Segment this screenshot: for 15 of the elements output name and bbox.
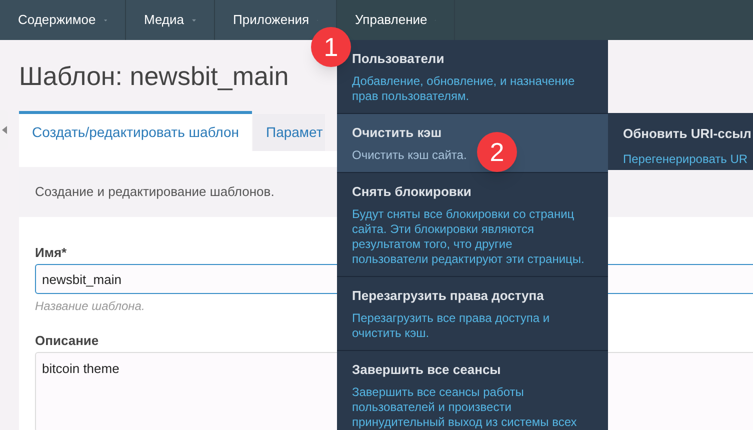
field-label: Имя* (35, 244, 67, 260)
menu-item-description: Добавление, обновление, и назначение прав пользователям. (352, 74, 575, 104)
menu-item-title: Завершить все сеансы (352, 362, 502, 378)
submenu-title: Обновить URI-ссыл (623, 125, 752, 143)
page-title: Шаблон: newsbit_main (19, 61, 289, 91)
menu-item-description: Перезагрузить все права доступа и очистить кэш. (352, 311, 550, 341)
menu-item-title: Пользователи (352, 51, 446, 67)
menu-item-title: Снять блокировки (352, 184, 472, 200)
menu-item-title: Перезагрузить права доступа (352, 288, 545, 304)
field-label: Описание (35, 332, 99, 348)
field-hint: Название шаблона. (35, 298, 145, 315)
menu-item-description: Очистить кэш сайта. (352, 148, 467, 163)
menu-item-description: Завершить все сеансы работы пользователей и произвести принудительный выход из системы всех (352, 385, 577, 430)
submenu-description: Перегенерировать UR (623, 150, 749, 168)
menu-item-title: Очистить кэш (352, 125, 443, 141)
